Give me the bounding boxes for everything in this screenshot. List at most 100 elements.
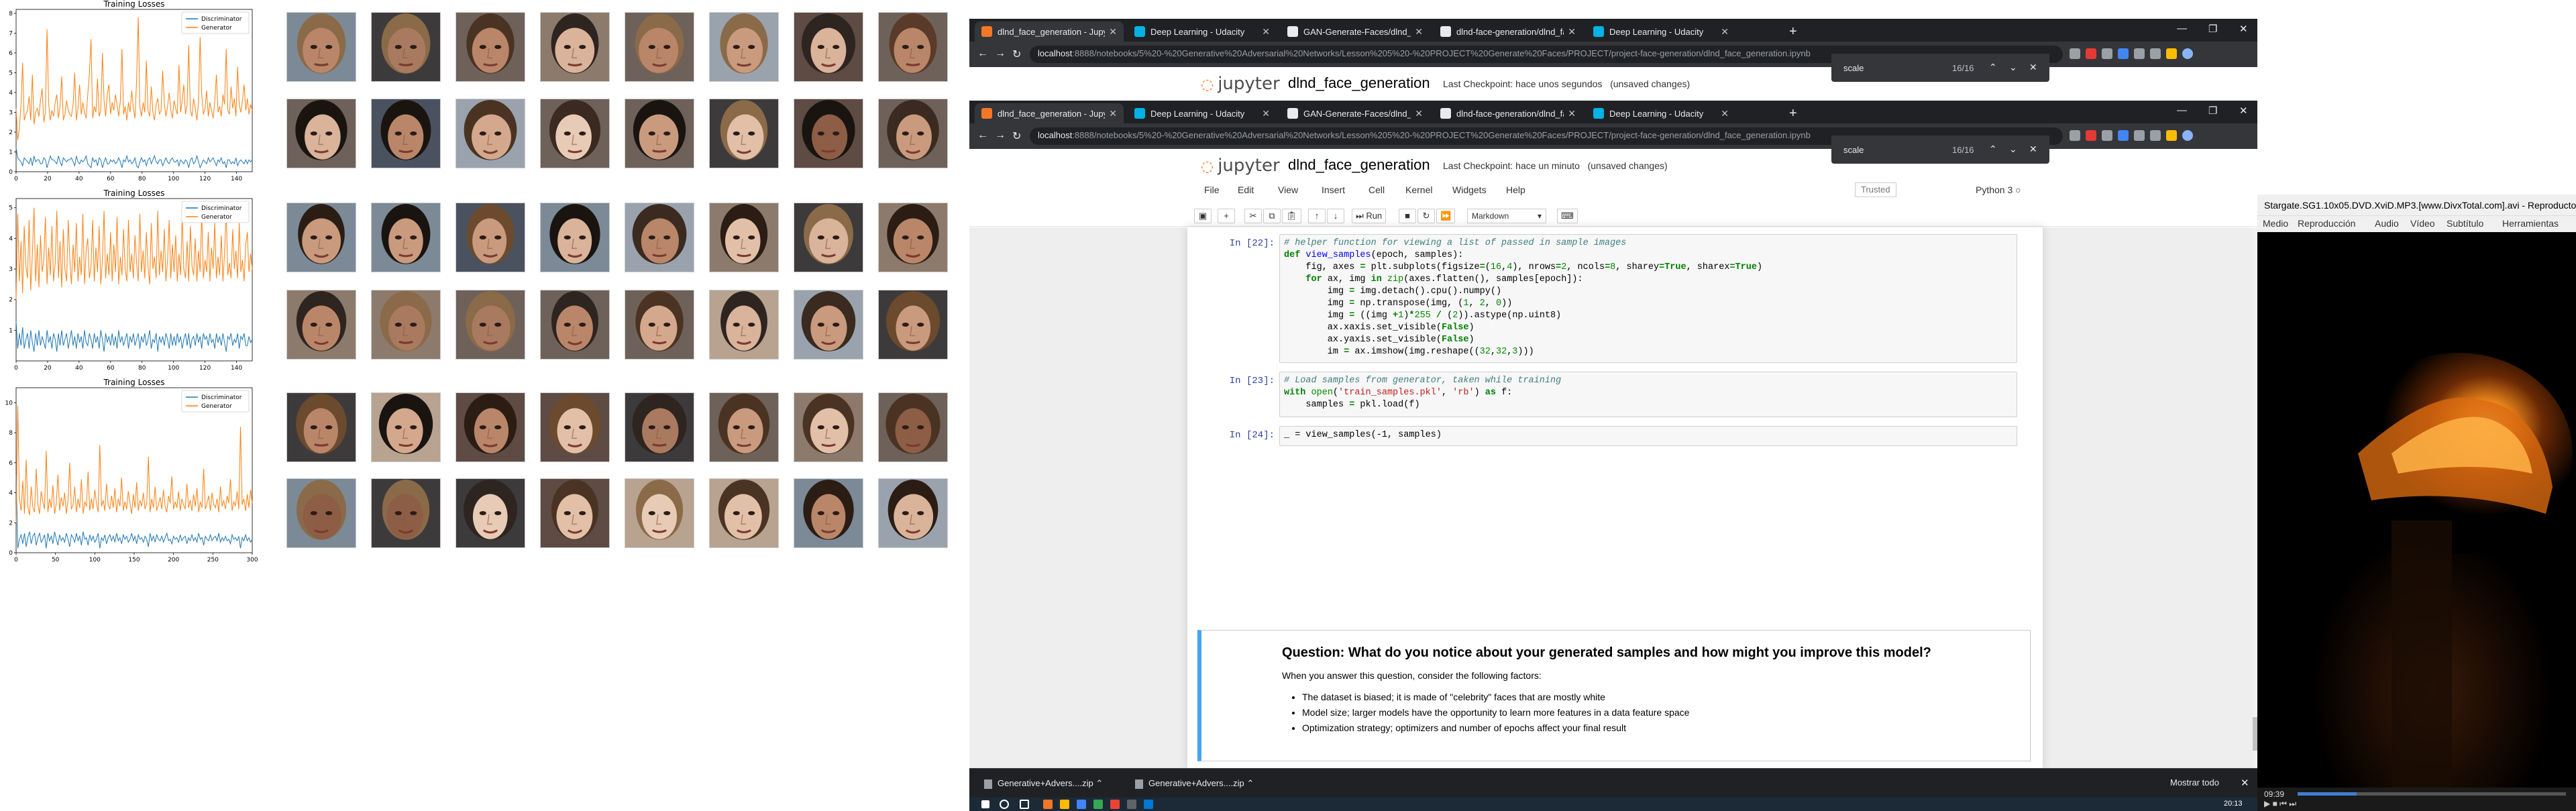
- cut-icon[interactable]: ✂: [1244, 209, 1262, 223]
- code-cell[interactable]: In [24]: _ = view_samples(-1, samples): [1187, 426, 2043, 447]
- markdown-cell[interactable]: Question: What do you notice about your …: [1197, 630, 2031, 761]
- jupyter-logo[interactable]: ◌ jupyter: [1201, 74, 1280, 94]
- app-icon[interactable]: [1144, 800, 1153, 809]
- browser-tab[interactable]: GAN-Generate-Faces/dlnd_face... ✕: [1281, 21, 1430, 42]
- restart-run-all-icon[interactable]: ⏩: [1436, 209, 1456, 223]
- start-icon[interactable]: [981, 800, 989, 808]
- close-icon[interactable]: ✕: [2241, 777, 2249, 789]
- browser-tab[interactable]: dlnd_face_generation - Jupyter N ✕: [975, 21, 1124, 42]
- extension-icon[interactable]: [2150, 130, 2161, 141]
- play-pause-icon[interactable]: ▶ ■ ⏮ ⏭: [2264, 799, 2296, 809]
- back-arrow-icon[interactable]: ←: [977, 129, 988, 142]
- extension-icon[interactable]: [2150, 48, 2161, 59]
- browser-tab[interactable]: Deep Learning - Udacity ✕: [1128, 103, 1277, 123]
- minimize-button[interactable]: —: [2177, 105, 2187, 116]
- find-close-icon[interactable]: ✕: [2029, 144, 2037, 155]
- player-menu-item[interactable]: Medio: [2263, 218, 2288, 229]
- menu-file[interactable]: File: [1204, 184, 1220, 195]
- close-tab-icon[interactable]: ✕: [1568, 108, 1576, 119]
- run-button[interactable]: ⏭ Run: [1352, 209, 1387, 223]
- move-down-icon[interactable]: ↓: [1327, 209, 1344, 223]
- browser-tab[interactable]: Deep Learning - Udacity ✕: [1587, 103, 1735, 123]
- player-menu-item[interactable]: Reproducción: [2298, 218, 2355, 229]
- extension-icon[interactable]: [2102, 130, 2112, 141]
- close-window-button[interactable]: ✕: [2239, 105, 2248, 117]
- app-icon[interactable]: [1077, 800, 1086, 809]
- chevron-up-icon[interactable]: ⌃: [1246, 778, 1254, 788]
- scrollbar[interactable]: [2253, 227, 2257, 768]
- find-next-icon[interactable]: ⌄: [2009, 62, 2017, 73]
- notebook-name[interactable]: dlnd_face_generation: [1288, 156, 1430, 174]
- extension-icon[interactable]: [2134, 48, 2145, 59]
- back-arrow-icon[interactable]: ←: [977, 48, 988, 60]
- maximize-button[interactable]: ❐: [2208, 105, 2217, 117]
- minimize-button[interactable]: —: [2177, 23, 2187, 34]
- close-tab-icon[interactable]: ✕: [1568, 26, 1576, 38]
- app-icon[interactable]: [1093, 800, 1103, 809]
- close-tab-icon[interactable]: ✕: [1262, 26, 1270, 38]
- new-tab-button[interactable]: +: [1789, 106, 1797, 121]
- extension-icon[interactable]: [2118, 130, 2129, 141]
- copy-icon[interactable]: ⧉: [1263, 209, 1281, 223]
- cell-input[interactable]: # helper function for viewing a list of …: [1279, 234, 2017, 363]
- find-close-icon[interactable]: ✕: [2029, 62, 2037, 73]
- menu-edit[interactable]: Edit: [1238, 184, 1254, 195]
- app-icon[interactable]: [1043, 800, 1053, 809]
- interrupt-icon[interactable]: ■: [1399, 209, 1416, 223]
- forward-arrow-icon[interactable]: →: [995, 48, 1006, 60]
- download-item[interactable]: Generative+Advers....zip ⌃: [1127, 773, 1271, 794]
- player-menu-item[interactable]: Herramientas: [2502, 218, 2559, 229]
- reload-icon[interactable]: ↻: [1012, 129, 1021, 143]
- insert-cell-icon[interactable]: +: [1218, 209, 1235, 223]
- extension-icon[interactable]: [2166, 48, 2177, 59]
- restart-icon[interactable]: ↻: [1417, 209, 1435, 223]
- cell-type-select[interactable]: Markdown ▾: [1467, 209, 1546, 223]
- close-tab-icon[interactable]: ✕: [1262, 108, 1270, 119]
- close-tab-icon[interactable]: ✕: [1109, 26, 1117, 38]
- search-icon[interactable]: [1000, 800, 1009, 809]
- close-tab-icon[interactable]: ✕: [1721, 26, 1729, 38]
- profile-avatar-icon[interactable]: [2182, 48, 2193, 59]
- close-tab-icon[interactable]: ✕: [1415, 26, 1423, 38]
- menu-insert[interactable]: Insert: [1322, 184, 1345, 195]
- task-view-icon[interactable]: [1020, 800, 1029, 809]
- profile-avatar-icon[interactable]: [2182, 130, 2193, 141]
- browser-tab[interactable]: Deep Learning - Udacity ✕: [1128, 21, 1277, 42]
- player-menu-item[interactable]: Vídeo: [2410, 218, 2435, 229]
- menu-cell[interactable]: Cell: [1368, 184, 1385, 195]
- menu-widgets[interactable]: Widgets: [1452, 184, 1487, 195]
- app-icon[interactable]: [1110, 800, 1120, 809]
- find-input[interactable]: scale: [1843, 63, 1864, 73]
- browser-tab[interactable]: Deep Learning - Udacity ✕: [1587, 21, 1735, 42]
- notebook-name[interactable]: dlnd_face_generation: [1288, 74, 1430, 92]
- cell-input[interactable]: _ = view_samples(-1, samples): [1279, 426, 2017, 446]
- close-tab-icon[interactable]: ✕: [1721, 108, 1729, 119]
- code-cell[interactable]: In [22]: # helper function for viewing a…: [1187, 234, 2043, 365]
- close-tab-icon[interactable]: ✕: [1109, 108, 1117, 119]
- app-icon[interactable]: [1127, 800, 1136, 809]
- app-icon[interactable]: [1060, 800, 1069, 809]
- browser-tab[interactable]: GAN-Generate-Faces/dlnd_face... ✕: [1281, 103, 1430, 123]
- player-menu-item[interactable]: Subtítulo: [2447, 218, 2483, 229]
- trusted-badge[interactable]: Trusted: [1855, 182, 1896, 197]
- find-input[interactable]: scale: [1843, 145, 1864, 155]
- new-tab-button[interactable]: +: [1789, 24, 1797, 40]
- move-up-icon[interactable]: ↑: [1308, 209, 1326, 223]
- maximize-button[interactable]: ❐: [2208, 23, 2217, 35]
- close-tab-icon[interactable]: ✕: [1415, 108, 1423, 119]
- extension-icon[interactable]: [2118, 48, 2129, 59]
- scrollbar-thumb[interactable]: [2253, 717, 2257, 751]
- show-all-button[interactable]: Mostrar todo: [2170, 777, 2219, 788]
- clock[interactable]: 20:13: [2224, 800, 2243, 808]
- save-icon[interactable]: ▣: [1194, 209, 1212, 223]
- find-prev-icon[interactable]: ⌃: [1989, 144, 1997, 155]
- browser-tab[interactable]: dlnd-face-generation/dlnd_face... ✕: [1434, 21, 1582, 42]
- player-menu-item[interactable]: Audio: [2375, 218, 2399, 229]
- seek-bar[interactable]: [2298, 792, 2566, 796]
- extension-icon[interactable]: [2070, 130, 2080, 141]
- forward-arrow-icon[interactable]: →: [995, 129, 1006, 142]
- extension-icon[interactable]: [2070, 48, 2080, 59]
- find-prev-icon[interactable]: ⌃: [1989, 62, 1997, 73]
- extension-icon[interactable]: [2086, 130, 2096, 141]
- paste-icon[interactable]: 📋︎: [1282, 209, 1301, 223]
